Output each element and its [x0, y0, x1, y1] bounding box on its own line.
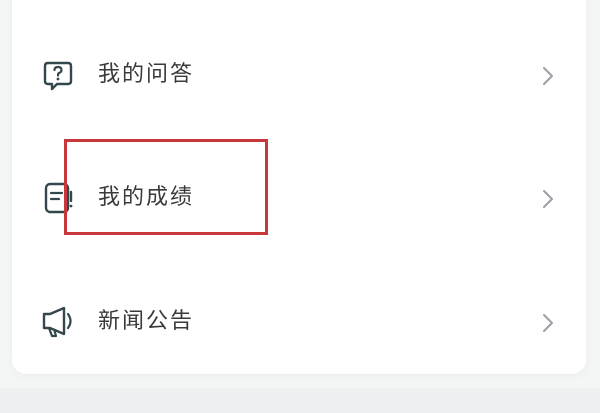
highlight-box [64, 139, 268, 235]
question-bubble-icon [40, 59, 76, 95]
menu-item-label: 新闻公告 [98, 309, 195, 334]
menu-item-label: 我的问答 [98, 62, 195, 87]
bottom-background [0, 388, 600, 413]
chevron-right-icon [540, 65, 556, 87]
chevron-right-icon [540, 188, 556, 210]
chevron-right-icon [540, 312, 556, 334]
screen: 我的问答 我的成绩 新闻公告 [0, 0, 600, 413]
megaphone-icon [40, 304, 76, 340]
